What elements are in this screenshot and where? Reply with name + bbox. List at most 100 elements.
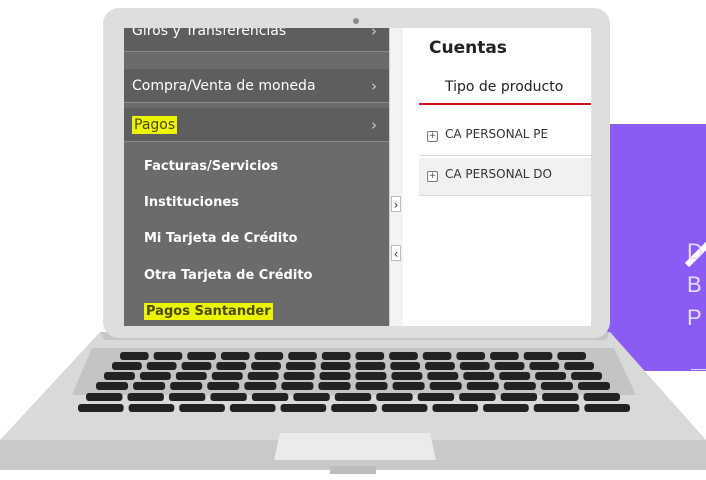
keyboard-key [247, 372, 279, 380]
keyboard-key [283, 372, 315, 380]
keyboard-key [211, 372, 243, 380]
keyboard-key [331, 404, 377, 412]
keyboard-key [319, 372, 351, 380]
keyboard-key [285, 362, 316, 370]
keyboard-key [542, 393, 579, 401]
keyboard-key [577, 382, 610, 390]
keyboard-key [254, 352, 284, 360]
keyboard-key [540, 382, 573, 390]
sidebar-item-label: Pagos [132, 116, 178, 134]
keyboard-key [280, 404, 327, 412]
keyboard-key [220, 352, 250, 360]
chevron-right-icon[interactable]: › [391, 196, 401, 212]
row-label: CA PERSONAL DO [445, 167, 552, 181]
keyboard-key [146, 362, 177, 370]
keyboard-key [557, 352, 586, 360]
keyboard-key [321, 352, 351, 360]
keyboard-key [86, 393, 123, 401]
keyboard-key [432, 404, 479, 412]
keyboard-key [483, 404, 529, 412]
submenu-item-otra-tarjeta[interactable]: Otra Tarjeta de Crédito [144, 268, 312, 283]
keyboard-key [422, 352, 452, 360]
keyboard-key [390, 362, 421, 370]
keyboard-key [244, 382, 277, 390]
keyboard-key [229, 404, 276, 412]
sidebar: Giros y Transferencias › Compra/Venta de… [124, 28, 389, 326]
submenu-item-pagos-santander[interactable]: Pagos Santander [144, 303, 273, 320]
keyboard-key [459, 393, 496, 401]
table-row[interactable]: + CA PERSONAL PE [419, 118, 591, 156]
keyboard-key [389, 352, 418, 360]
keyboard-key [133, 382, 166, 390]
keyboard-key [427, 372, 459, 380]
keyboard-key [355, 352, 385, 360]
keyboard-key [500, 393, 538, 401]
sidebar-item-label: Compra/Venta de moneda [132, 78, 316, 94]
chevron-left-icon[interactable]: ‹ [391, 245, 401, 261]
chevron-right-icon: › [371, 28, 377, 40]
chevron-right-icon: › [371, 77, 377, 95]
keyboard-key [168, 393, 206, 401]
keyboard-key [170, 382, 203, 390]
submenu-item-label: Pagos Santander [144, 303, 273, 320]
keyboard-key [318, 382, 351, 390]
submenu-item-instituciones[interactable]: Instituciones [144, 195, 239, 210]
keyboard-key [207, 382, 240, 390]
keyboard-key [355, 382, 388, 390]
keyboard-key [490, 352, 519, 360]
keyboard-key [459, 362, 490, 370]
keyboard-key [355, 372, 387, 380]
submenu-item-facturas[interactable]: Facturas/Servicios [144, 159, 278, 174]
column-header-tipo-producto: Tipo de producto [445, 79, 564, 95]
laptop-screen: Giros y Transferencias › Compra/Venta de… [124, 28, 591, 326]
keyboard-key [533, 404, 580, 412]
keyboard-key [128, 404, 175, 412]
keyboard-key [571, 372, 602, 380]
keyboard-key [392, 382, 425, 390]
keyboard-key [429, 382, 462, 390]
keyboard-key [381, 404, 428, 412]
keyboard-key [391, 372, 423, 380]
keyboard-key [96, 382, 129, 390]
keyboard-key [499, 372, 531, 380]
row-label: CA PERSONAL PE [445, 127, 549, 141]
keyboard-key [251, 362, 281, 370]
page-title: Cuentas [429, 38, 507, 58]
keyboard-key [535, 372, 567, 380]
laptop-lid: Giros y Transferencias › Compra/Venta de… [103, 8, 610, 338]
keyboard-key [425, 362, 455, 370]
keyboard-key [153, 352, 183, 360]
keyboard-key [127, 393, 164, 401]
keyboard-key [210, 393, 247, 401]
keyboard-key [417, 393, 455, 401]
keyboard-key [583, 393, 620, 401]
keyboard-key [523, 352, 553, 360]
keyboard-key [584, 404, 630, 412]
keyboard-key [334, 393, 372, 401]
keyboard-key [179, 404, 225, 412]
sidebar-item-label: Giros y Transferencias [132, 28, 287, 39]
sidebar-item-compra-venta[interactable]: Compra/Venta de moneda › [124, 69, 389, 103]
submenu-item-mi-tarjeta[interactable]: Mi Tarjeta de Crédito [144, 231, 297, 246]
table-row[interactable]: + CA PERSONAL DO [419, 158, 591, 196]
keyboard-key [503, 382, 536, 390]
keyboard-key [281, 382, 314, 390]
sidebar-item-giros[interactable]: Giros y Transferencias › [124, 28, 389, 52]
keyboard-key [181, 362, 212, 370]
main-content: Cuentas Tipo de producto + CA PERSONAL P… [403, 28, 591, 326]
expand-icon[interactable]: + [427, 131, 438, 142]
keyboard-key [376, 393, 413, 401]
keyboard-key [120, 352, 149, 360]
keyboard-key [456, 352, 486, 360]
sidebar-item-pagos[interactable]: Pagos › [124, 108, 389, 142]
keyboard-key [320, 362, 351, 370]
webcam-icon [353, 18, 359, 24]
sidebar-divider: › ‹ [389, 28, 403, 326]
keyboard-key [139, 372, 171, 380]
keyboard-key [104, 372, 135, 380]
expand-icon[interactable]: + [427, 171, 438, 182]
keyboard-key [216, 362, 247, 370]
keyboard-key [463, 372, 495, 380]
keyboard-key [466, 382, 499, 390]
keyboard-key [293, 393, 330, 401]
